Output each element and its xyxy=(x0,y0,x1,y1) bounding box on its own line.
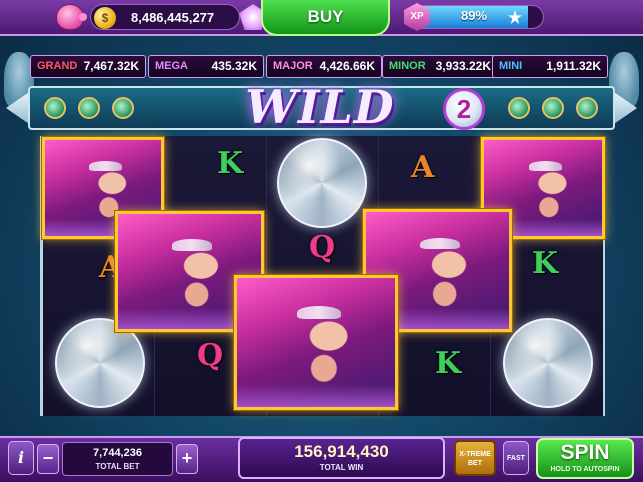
info-button[interactable]: i xyxy=(8,441,34,475)
jackpot-name: GRAND xyxy=(37,60,78,72)
reel-symbol-k: K xyxy=(217,146,244,181)
piggy-bank-icon[interactable] xyxy=(56,4,87,30)
jackpot-mega: MEGA 435.32K xyxy=(148,55,264,78)
coin-icon: $ xyxy=(94,7,116,29)
coin-balance-value: 8,486,445,277 xyxy=(131,10,215,25)
pearl-slot-icon xyxy=(44,97,66,119)
buy-button[interactable]: BUY xyxy=(261,0,390,36)
moon-pearl-symbol xyxy=(503,318,593,408)
pearl-slot-icon xyxy=(78,97,100,119)
pearl-slot-icon xyxy=(542,97,564,119)
reel-symbol-q: Q xyxy=(197,338,224,373)
jackpot-name: MINOR xyxy=(389,60,426,72)
total-win-value: 156,914,430 xyxy=(294,442,389,461)
increase-bet-button[interactable]: + xyxy=(176,444,198,474)
coin-balance: $ 8,486,445,277 xyxy=(90,4,240,30)
mermaid-wild-symbol xyxy=(234,275,398,410)
pearl-slot-icon xyxy=(508,97,530,119)
xtreme-bet-button[interactable]: X-TREME BET xyxy=(454,440,496,476)
jackpot-value: 4,426.66K xyxy=(319,59,375,73)
total-win-label: TOTAL WIN xyxy=(319,463,364,472)
jackpot-name: MAJOR xyxy=(273,60,313,72)
jackpot-minor: MINOR 3,933.22K xyxy=(382,55,498,78)
total-bet-label: TOTAL BET xyxy=(95,462,140,471)
fast-spin-button[interactable]: FAST xyxy=(503,441,529,475)
jackpot-name: MEGA xyxy=(155,60,188,72)
reel-symbol-a: A xyxy=(411,150,435,185)
total-bet-display: 7,744,236 TOTAL BET xyxy=(62,442,173,476)
reel-symbol-k: K xyxy=(435,346,462,381)
pearl-slot-icon xyxy=(112,97,134,119)
spin-button[interactable]: SPIN HOLD TO AUTOSPIN xyxy=(536,438,634,479)
pearl-slot-icon xyxy=(576,97,598,119)
spin-label: SPIN xyxy=(560,441,610,464)
total-bet-value: 7,744,236 xyxy=(93,447,142,459)
autospin-hint: HOLD TO AUTOSPIN xyxy=(550,466,620,473)
reel-symbol-q: Q xyxy=(309,230,336,265)
jackpot-value: 3,933.22K xyxy=(435,59,491,73)
reel-symbol-k: K xyxy=(532,246,559,281)
total-win-display: 156,914,430 TOTAL WIN xyxy=(238,437,445,479)
jackpot-name: MINI xyxy=(499,60,523,72)
jackpot-major: MAJOR 4,426.66K xyxy=(266,55,382,78)
moon-pearl-symbol xyxy=(277,138,367,228)
jackpot-value: 7,467.32K xyxy=(83,59,139,73)
game-logo-number: 2 xyxy=(443,88,485,130)
xp-percent: 89% xyxy=(460,8,488,23)
decrease-bet-button[interactable]: − xyxy=(37,444,59,474)
jackpot-value: 435.32K xyxy=(211,59,257,73)
game-logo: WILD PEARLS xyxy=(212,80,426,196)
jackpot-grand: GRAND 7,467.32K xyxy=(30,55,146,78)
jackpot-mini: MINI 1,911.32K xyxy=(492,55,608,78)
jackpot-value: 1,911.32K xyxy=(546,59,601,73)
